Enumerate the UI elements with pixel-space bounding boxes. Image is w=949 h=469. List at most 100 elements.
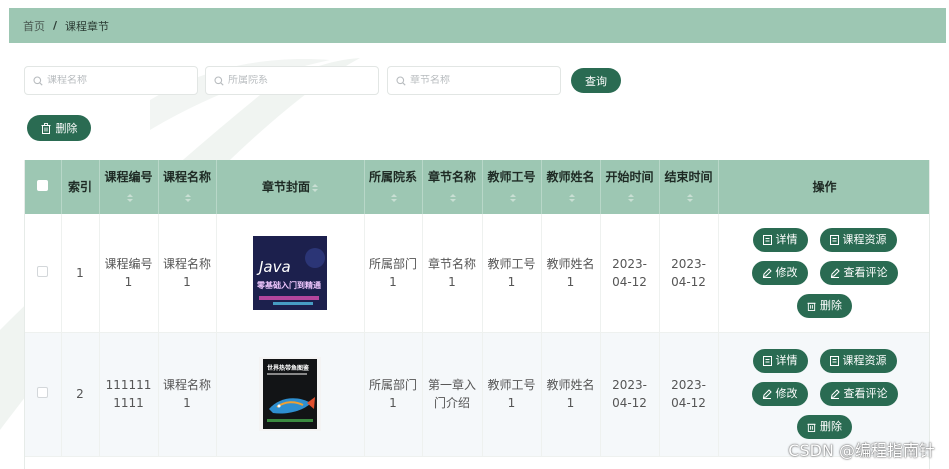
sort-icon[interactable]	[126, 193, 133, 202]
header-label: 索引	[67, 180, 92, 194]
column-header-end-time[interactable]: 结束时间	[659, 160, 719, 214]
chapter-name-search-field[interactable]	[387, 66, 561, 95]
header-label: 章节名称	[427, 170, 476, 184]
pencil-icon	[762, 389, 772, 399]
sort-icon[interactable]	[312, 183, 318, 192]
sort-icon[interactable]	[627, 193, 634, 202]
course-name-cell: 课程名称1	[158, 332, 217, 457]
course-resources-button[interactable]: 课程资源	[819, 227, 897, 252]
cover-subtitle: 零基础入门到精通	[256, 280, 321, 290]
column-header-chapter-name[interactable]: 章节名称	[422, 160, 483, 214]
column-header-course-name[interactable]: 课程名称	[158, 160, 217, 214]
column-header-teacher-name[interactable]: 教师姓名	[541, 160, 601, 214]
actions-cell: 详情 课程资源 修改 查看评论 删除	[718, 214, 929, 333]
chapter-table: 索引 课程编号 课程名称 章节封面 所属院系 章节名称 教师工号 教师姓名 开始…	[24, 160, 930, 469]
course-no-cell: 1111111111	[99, 332, 159, 457]
select-all-header	[25, 160, 62, 214]
column-header-index: 索引	[61, 160, 100, 214]
column-header-teacher-no[interactable]: 教师工号	[482, 160, 542, 214]
course-no-cell: 课程编号1	[99, 214, 159, 333]
view-comments-button[interactable]: 查看评论	[819, 382, 898, 406]
pencil-icon	[830, 268, 840, 278]
view-comments-label: 查看评论	[843, 387, 888, 400]
breadcrumb: 首页 / 课程章节	[9, 8, 946, 43]
trash-icon	[807, 302, 816, 311]
cover-title-fish: 世界热带鱼图鉴	[267, 364, 310, 372]
edit-label: 修改	[775, 387, 798, 400]
start-time-cell: 2023-04-12	[600, 214, 660, 333]
sort-icon[interactable]	[391, 193, 397, 202]
row-select-cell	[25, 332, 62, 457]
teacher-no-cell: 教师工号1	[482, 214, 542, 333]
query-button[interactable]: 查询	[571, 68, 621, 93]
document-icon	[762, 234, 772, 245]
breadcrumb-home-link[interactable]: 首页	[23, 18, 45, 34]
teacher-name-cell: 教师姓名1	[541, 332, 601, 457]
sort-icon[interactable]	[686, 193, 693, 202]
header-label: 开始时间	[605, 170, 654, 184]
header-label: 课程编号	[104, 170, 153, 184]
edit-button[interactable]: 修改	[751, 382, 808, 406]
view-comments-button[interactable]: 查看评论	[819, 260, 898, 285]
watermark: CSDN @编程指南针	[788, 441, 935, 460]
trash-icon	[41, 122, 50, 134]
table-header-row: 索引 课程编号 课程名称 章节封面 所属院系 章节名称 教师工号 教师姓名 开始…	[25, 160, 929, 214]
table-row: 1 课程编号1 课程名称1 Java 零基础入门到精通 所属部门1 章节名称1	[25, 214, 929, 333]
chapter-cover-image: 世界热带鱼图鉴	[259, 357, 321, 431]
chapter-name-search-input[interactable]	[410, 75, 540, 86]
detail-label: 详情	[775, 232, 798, 246]
bulk-delete-button[interactable]: 删除	[27, 115, 91, 141]
header-label: 教师姓名	[546, 170, 595, 184]
trash-icon	[807, 423, 816, 432]
detail-button[interactable]: 详情	[752, 227, 808, 252]
course-name-cell: 课程名称1	[158, 214, 217, 333]
detail-label: 详情	[775, 354, 798, 367]
document-icon	[762, 356, 772, 366]
document-icon	[829, 356, 839, 366]
search-icon	[396, 75, 406, 86]
column-header-cover[interactable]: 章节封面	[216, 160, 365, 214]
course-resources-button[interactable]: 课程资源	[819, 349, 897, 373]
row-checkbox[interactable]	[37, 265, 49, 277]
start-time-cell: 2023-04-12	[600, 332, 660, 457]
sort-icon[interactable]	[450, 193, 456, 202]
end-time-cell: 2023-04-12	[659, 214, 719, 333]
column-header-department[interactable]: 所属院系	[364, 160, 423, 214]
header-label: 章节封面	[261, 180, 310, 194]
department-search-field[interactable]	[205, 66, 379, 95]
teacher-no-cell: 教师工号1	[482, 332, 542, 457]
course-name-search-input[interactable]	[47, 75, 177, 86]
index-cell: 1	[61, 214, 100, 333]
view-comments-label: 查看评论	[843, 265, 888, 279]
column-header-actions: 操作	[718, 160, 929, 214]
chapter-name-cell: 章节名称1	[422, 214, 483, 333]
delete-row-button[interactable]: 删除	[797, 415, 852, 439]
select-all-checkbox[interactable]	[37, 180, 49, 191]
chapter-cover-image: Java 零基础入门到精通	[253, 235, 327, 310]
cover-cell: 世界热带鱼图鉴	[216, 332, 365, 457]
header-label: 所属院系	[368, 170, 417, 184]
sort-icon[interactable]	[509, 193, 516, 202]
pencil-icon	[762, 268, 772, 278]
sort-icon[interactable]	[568, 193, 575, 202]
index-cell: 2	[61, 332, 100, 457]
column-header-start-time[interactable]: 开始时间	[600, 160, 660, 214]
department-cell: 所属部门1	[364, 214, 423, 333]
teacher-name-cell: 教师姓名1	[541, 214, 601, 333]
search-icon	[33, 75, 43, 86]
edit-button[interactable]: 修改	[751, 260, 808, 285]
delete-row-label: 删除	[820, 298, 842, 312]
course-name-search-field[interactable]	[24, 66, 198, 95]
row-checkbox[interactable]	[37, 387, 49, 398]
breadcrumb-separator: /	[53, 19, 58, 32]
bulk-delete-label: 删除	[55, 122, 78, 135]
header-label: 结束时间	[664, 170, 713, 184]
column-header-course-no[interactable]: 课程编号	[99, 160, 159, 214]
delete-row-button[interactable]: 删除	[797, 293, 852, 318]
department-search-input[interactable]	[228, 75, 358, 86]
detail-button[interactable]: 详情	[752, 349, 808, 373]
course-resources-label: 课程资源	[842, 354, 887, 367]
row-select-cell	[25, 214, 62, 333]
course-resources-label: 课程资源	[842, 232, 887, 246]
sort-icon[interactable]	[185, 193, 191, 202]
